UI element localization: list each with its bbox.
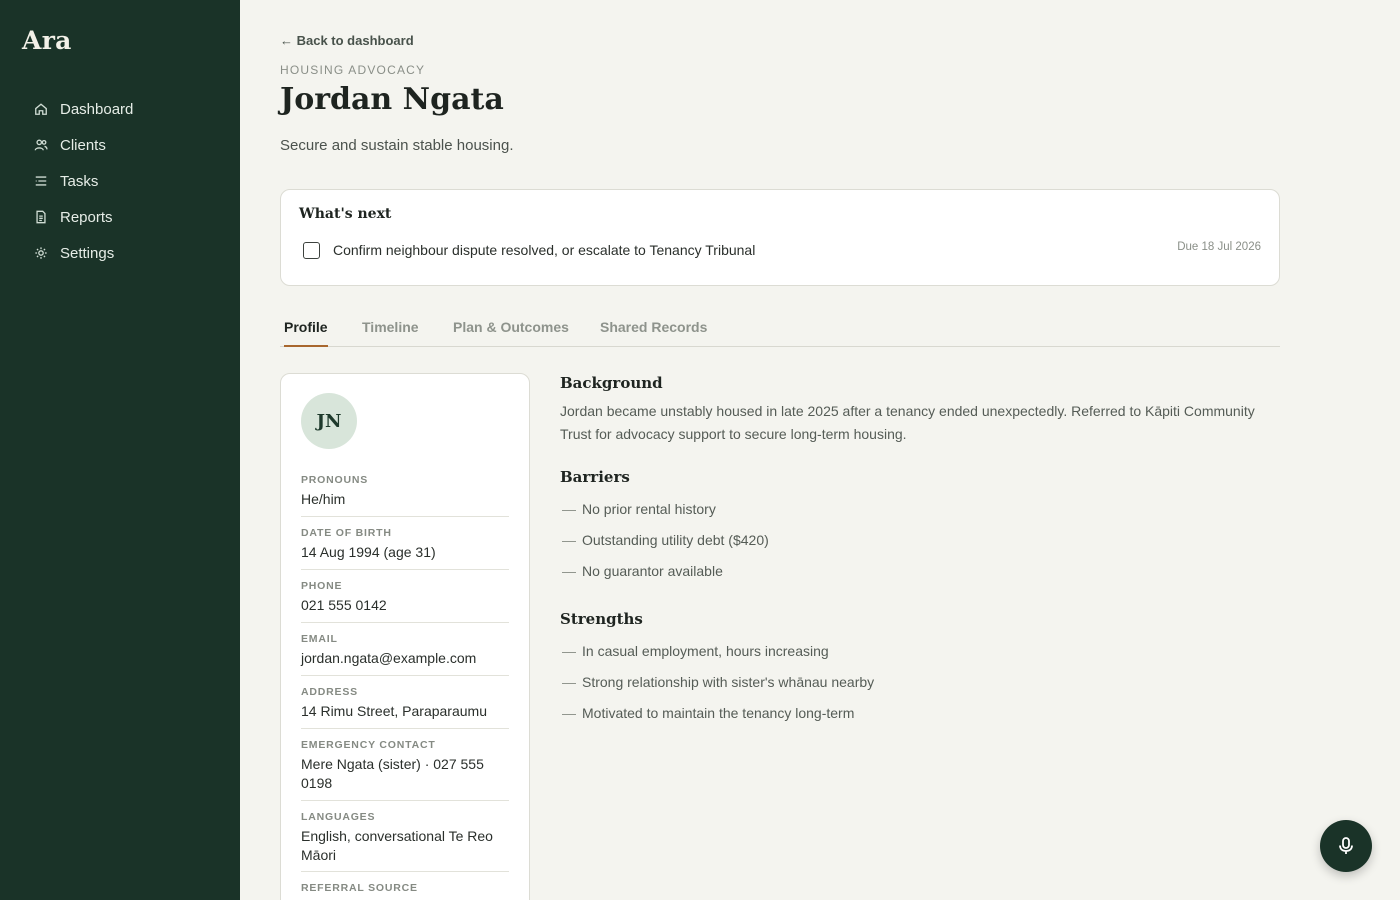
divider: [301, 675, 509, 676]
field-value: 14 Rimu Street, Paraparaumu: [301, 703, 487, 719]
field-value: English, conversational Te Reo Māori: [301, 828, 493, 863]
profile-card: JN PRONOUNS He/him DATE OF BIRTH 14 Aug …: [280, 373, 530, 900]
field-email: EMAIL jordan.ngata@example.com: [301, 633, 509, 668]
task-due-date: Due 18 Jul 2026: [1177, 241, 1261, 253]
page-title: Jordan Ngata: [280, 82, 504, 117]
strength-item: — In casual employment, hours increasing: [562, 643, 829, 659]
task-checkbox[interactable]: [303, 242, 320, 259]
field-languages: LANGUAGES English, conversational Te Reo…: [301, 811, 509, 865]
barriers-heading: Barriers: [560, 468, 630, 486]
sidebar-item-label: Reports: [60, 208, 113, 226]
strength-item: — Strong relationship with sister's whāna…: [562, 674, 875, 690]
field-label: PHONE: [301, 580, 343, 592]
strength-item: — Motivated to maintain the tenancy long-…: [562, 705, 855, 721]
field-label: DATE OF BIRTH: [301, 527, 392, 539]
field-value[interactable]: jordan.ngata@example.com: [301, 649, 509, 668]
field-referral-source: REFERRAL SOURCE: [301, 882, 509, 898]
field-label: ADDRESS: [301, 686, 358, 698]
tab-plan-outcomes[interactable]: Plan & Outcomes: [453, 319, 569, 347]
task-description: Confirm neighbour dispute resolved, or e…: [333, 242, 756, 258]
home-icon: [35, 103, 47, 115]
page-subtitle: Secure and sustain stable housing.: [280, 137, 514, 154]
microphone-icon: [1339, 837, 1353, 854]
divider: [301, 569, 509, 570]
tab-bar: Profile Timeline Plan & Outcomes Shared …: [280, 310, 1280, 347]
tab-shared-records[interactable]: Shared Records: [600, 319, 707, 347]
field-value: 14 Aug 1994 (age 31): [301, 544, 436, 560]
divider: [301, 800, 509, 801]
field-label: EMERGENCY CONTACT: [301, 739, 436, 751]
sidebar-item-label: Clients: [60, 136, 106, 154]
divider: [301, 516, 509, 517]
sidebar-item-label: Dashboard: [60, 100, 134, 118]
sidebar-item-settings[interactable]: Settings: [0, 235, 240, 271]
field-label: LANGUAGES: [301, 811, 376, 823]
sidebar-item-label: Settings: [60, 244, 115, 262]
gear-icon: [35, 247, 47, 259]
app-logo[interactable]: Ara: [22, 26, 72, 55]
field-label: PRONOUNS: [301, 474, 369, 486]
whats-next-heading: What's next: [299, 206, 392, 222]
barrier-item: — Outstanding utility debt ($420): [562, 532, 769, 548]
users-icon: [34, 139, 48, 151]
field-date-of-birth: DATE OF BIRTH 14 Aug 1994 (age 31): [301, 527, 509, 562]
field-label: EMAIL: [301, 633, 338, 645]
sidebar-item-tasks[interactable]: Tasks: [0, 163, 240, 199]
field-value[interactable]: 021 555 0142: [301, 596, 509, 615]
background-heading: Background: [560, 374, 663, 392]
sidebar-item-clients[interactable]: Clients: [0, 127, 240, 163]
background-text: Jordan became unstably housed in late 20…: [560, 403, 1255, 442]
field-address: ADDRESS 14 Rimu Street, Paraparaumu: [301, 686, 509, 721]
tab-profile[interactable]: Profile: [284, 319, 328, 347]
divider: [301, 728, 509, 729]
strengths-heading: Strengths: [560, 610, 643, 628]
whats-next-card: What's next Confirm neighbour dispute re…: [280, 189, 1280, 286]
barrier-item: — No guarantor available: [562, 563, 723, 579]
field-value: He/him: [301, 491, 346, 507]
voice-note-button[interactable]: [1320, 820, 1372, 872]
avatar: JN: [301, 393, 357, 449]
main-content: ← Back to dashboard HOUSING ADVOCACY Jor…: [240, 0, 1400, 900]
document-icon: [36, 210, 46, 224]
field-label: REFERRAL SOURCE: [301, 882, 418, 894]
back-to-dashboard-link[interactable]: ← Back to dashboard: [280, 33, 414, 48]
field-phone: PHONE 021 555 0142: [301, 580, 509, 615]
tab-timeline[interactable]: Timeline: [362, 319, 419, 347]
field-emergency-contact: EMERGENCY CONTACT Mere Ngata (sister) · …: [301, 739, 509, 793]
program-label: HOUSING ADVOCACY: [280, 63, 426, 77]
barrier-item: — No prior rental history: [562, 501, 716, 517]
divider: [301, 871, 509, 872]
sidebar: Ara Dashboard Clients Tasks Reports Sett…: [0, 0, 240, 900]
sidebar-item-dashboard[interactable]: Dashboard: [0, 91, 240, 127]
field-value: Mere Ngata (sister) · 027 555 0198: [301, 756, 484, 791]
sidebar-item-reports[interactable]: Reports: [0, 199, 240, 235]
sidebar-nav: Dashboard Clients Tasks Reports Settings: [0, 91, 240, 271]
sidebar-item-label: Tasks: [60, 172, 99, 190]
divider: [301, 622, 509, 623]
field-pronouns: PRONOUNS He/him: [301, 474, 509, 509]
list-icon: [35, 176, 47, 186]
